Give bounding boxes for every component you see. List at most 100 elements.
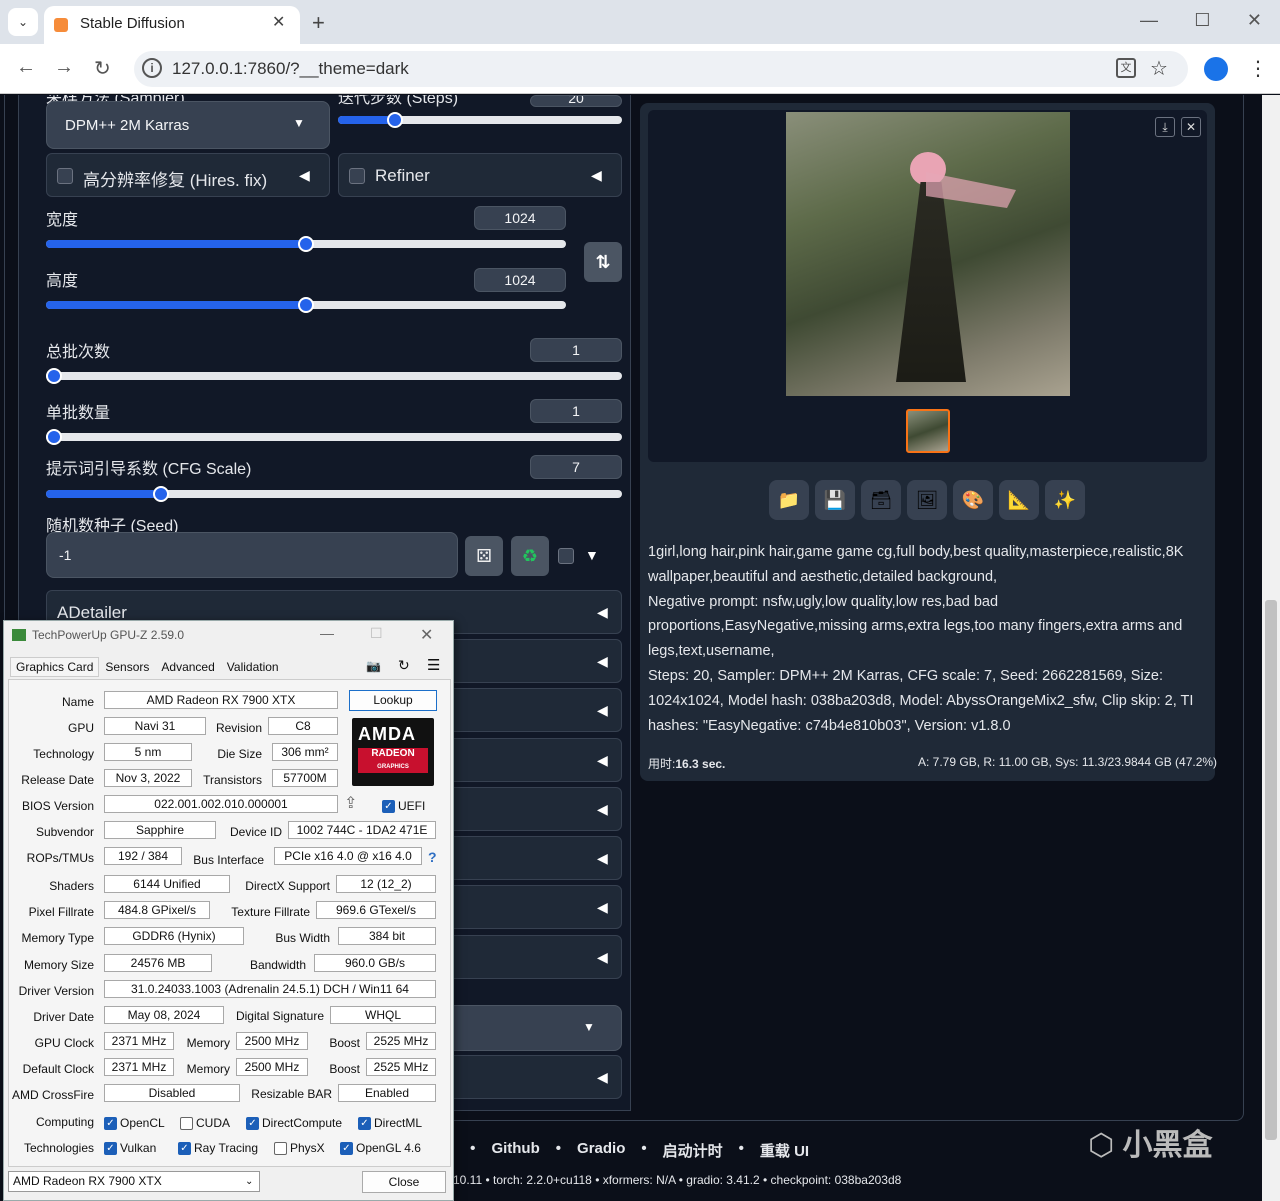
card-select[interactable]: AMD Radeon RX 7900 XTX ⌄ [8,1171,260,1192]
width-slider[interactable] [46,236,566,252]
sparkle-icon[interactable]: ✨ [1045,480,1085,520]
slider-handle[interactable] [386,112,403,128]
slider-track[interactable] [46,490,622,498]
send-to-inpaint-icon[interactable]: 🎨 [953,480,993,520]
new-tab-button[interactable]: + [312,10,325,36]
reuse-seed-recycle-icon[interactable]: ♻ [511,536,549,576]
thumbnail[interactable] [906,409,950,453]
share-icon[interactable]: ⇪ [344,793,357,813]
checkbox-vulkan[interactable]: ✓ Vulkan [104,1141,156,1155]
cfg-label: 提示词引导系数 (CFG Scale) [46,461,252,478]
extra-seed-toggle-icon[interactable]: ▼ [585,547,599,563]
bus-help-icon[interactable]: ? [428,849,437,865]
refiner-checkbox[interactable] [349,168,365,184]
batch-size-number[interactable]: 1 [530,399,622,423]
checkbox-box[interactable] [180,1116,193,1130]
width-number[interactable]: 1024 [474,206,566,230]
save-icon[interactable]: 💾 [815,480,855,520]
download-icon[interactable]: ⤓ [1155,117,1175,137]
checkbox-opengl-4-6[interactable]: ✓ OpenGL 4.6 [340,1141,421,1155]
checkbox-opencl[interactable]: ✓ OpenCL [104,1116,165,1130]
minimize-icon[interactable]: — [1140,10,1158,31]
slider-handle[interactable] [298,236,314,252]
footer-link[interactable]: Gradio [577,1140,625,1161]
seed-input[interactable]: -1 [46,532,458,578]
gpuz-close-icon[interactable]: ✕ [420,625,433,645]
menu-kebab-icon[interactable]: ⋮ [1248,56,1268,81]
random-seed-dice-icon[interactable]: ⚄ [465,536,503,576]
reload-icon[interactable]: ↻ [94,56,111,81]
tab-search-chevron-icon[interactable]: ⌄ [8,8,38,36]
height-slider[interactable] [46,297,566,313]
batch-count-slider[interactable] [46,368,622,384]
checkbox-box[interactable]: ✓ [104,1141,117,1155]
gpuz-tab-sensors[interactable]: Sensors [99,657,155,677]
camera-icon[interactable]: 📷 [366,659,381,673]
sampler-dropdown[interactable]: DPM++ 2M Karras ▼ [46,101,330,149]
footer-link[interactable]: 重载 UI [760,1140,809,1161]
close-button[interactable]: Close [362,1171,446,1193]
site-info-icon[interactable]: i [142,58,162,78]
send-to-extras-icon[interactable]: 📐 [999,480,1039,520]
batch-count-number[interactable]: 1 [530,338,622,362]
checkbox-box[interactable] [274,1141,287,1155]
open-folder-icon[interactable]: 📁 [769,480,809,520]
url-text[interactable]: 127.0.0.1:7860/?__theme=dark [172,59,409,79]
checkbox-directml[interactable]: ✓ DirectML [358,1116,422,1130]
checkbox-box[interactable]: ✓ [358,1116,371,1130]
slider-handle[interactable] [153,486,170,502]
browser-tab[interactable]: Stable Diffusion ✕ [44,6,300,44]
checkbox-box[interactable]: ✓ [104,1116,117,1130]
send-to-img2img-icon[interactable]: 🖼 [907,480,947,520]
close-image-icon[interactable]: ✕ [1181,117,1201,137]
checkbox-physx[interactable]: PhysX [274,1141,325,1155]
cfg-slider[interactable] [46,486,622,502]
scrollbar-thumb[interactable] [1265,600,1277,1140]
cfg-number[interactable]: 7 [530,455,622,479]
checkbox-directcompute[interactable]: ✓ DirectCompute [246,1116,342,1130]
refiner-accordion[interactable]: Refiner ◀ [338,153,622,197]
swap-dimensions-icon[interactable]: ⇅ [584,242,622,282]
slider-handle[interactable] [46,368,62,384]
gz-bus-width-label: Bus Width [275,931,330,945]
back-arrow-icon[interactable]: ← [16,56,36,79]
gpuz-tab-validation[interactable]: Validation [221,657,285,677]
slider-track[interactable] [338,116,622,124]
zip-icon[interactable]: 🗃 [861,480,901,520]
steps-number[interactable]: 20 [530,95,622,107]
gz-release-label: Release Date [21,773,94,787]
maximize-icon[interactable]: ☐ [1194,10,1210,31]
footer-link[interactable]: 启动计时 [663,1140,723,1161]
hires-checkbox[interactable] [57,168,73,184]
gz-pixel-label: Pixel Fillrate [28,905,94,919]
checkbox-cuda[interactable]: CUDA [180,1116,230,1130]
checkbox-ray-tracing[interactable]: ✓ Ray Tracing [178,1141,258,1155]
generated-image[interactable] [786,112,1070,396]
gpuz-tab-graphics-card[interactable]: Graphics Card [10,657,100,677]
slider-handle[interactable] [298,297,314,313]
lookup-button[interactable]: Lookup [349,690,437,711]
checkbox-box[interactable]: ✓ [340,1141,353,1155]
slider-track[interactable] [46,433,622,441]
extra-seed-checkbox[interactable] [558,548,574,564]
batch-size-slider[interactable] [46,429,622,445]
bookmark-star-icon[interactable]: ☆ [1150,56,1168,81]
window-close-icon[interactable]: ✕ [1247,10,1262,31]
forward-arrow-icon[interactable]: → [54,56,74,79]
translate-icon[interactable]: 文 [1116,58,1136,78]
refresh-icon[interactable]: ↻ [398,657,410,674]
height-number[interactable]: 1024 [474,268,566,292]
footer-link[interactable]: Github [491,1140,539,1161]
tab-close-icon[interactable]: ✕ [272,12,285,32]
slider-track[interactable] [46,372,622,380]
hires-fix-accordion[interactable]: 高分辨率修复 (Hires. fix) ◀ [46,153,330,197]
checkbox-box[interactable]: ✓ [178,1141,191,1155]
slider-handle[interactable] [46,429,62,445]
gpuz-maximize-icon[interactable]: ☐ [370,625,383,642]
hamburger-icon[interactable]: ☰ [427,656,440,674]
gpuz-minimize-icon[interactable]: — [320,625,334,641]
steps-slider[interactable] [338,112,622,128]
checkbox-box[interactable]: ✓ [246,1116,259,1130]
gpuz-tab-advanced[interactable]: Advanced [155,657,220,677]
profile-avatar-icon[interactable] [1204,57,1228,81]
